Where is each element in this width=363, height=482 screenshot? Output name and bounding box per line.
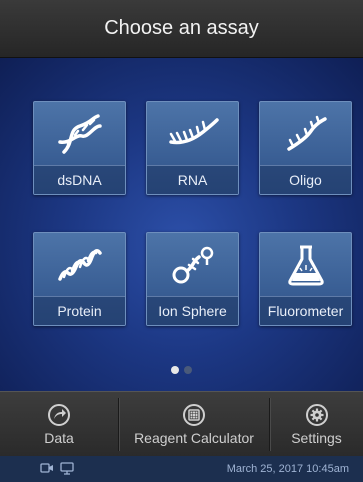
share-arrow-icon: [47, 403, 71, 427]
protein-coil-icon: [34, 233, 125, 297]
rna-strand-icon: [147, 102, 238, 166]
tile-label: Ion Sphere: [147, 296, 238, 325]
page-dot-active[interactable]: [171, 366, 179, 374]
reagent-calculator-label: Reagent Calculator: [134, 430, 254, 446]
tile-label: dsDNA: [34, 165, 125, 194]
tile-label: Oligo: [260, 165, 351, 194]
bottom-toolbar: Data Reagent Calculator Settings: [0, 391, 363, 457]
tile-dsdna[interactable]: dsDNA: [33, 101, 126, 195]
ion-sphere-icon: [147, 233, 238, 297]
assay-grid: dsDNA RNA Oligo Protein Ion Sphere Fluor…: [0, 58, 363, 391]
tile-oligo[interactable]: Oligo: [259, 101, 352, 195]
settings-button[interactable]: Settings: [270, 392, 363, 457]
tile-rna[interactable]: RNA: [146, 101, 239, 195]
tile-label: RNA: [147, 165, 238, 194]
tile-ion-sphere[interactable]: Ion Sphere: [146, 232, 239, 326]
flask-icon: [260, 233, 351, 297]
status-datetime: March 25, 2017 10:45am: [226, 463, 349, 475]
page-title: Choose an assay: [104, 17, 259, 39]
data-button-label: Data: [44, 430, 74, 446]
tile-label: Fluorometer: [260, 296, 351, 325]
gear-icon: [305, 403, 329, 427]
oligo-strand-icon: [260, 102, 351, 166]
tile-fluorometer[interactable]: Fluorometer: [259, 232, 352, 326]
calculator-icon: [182, 403, 206, 427]
data-button[interactable]: Data: [0, 392, 118, 457]
dna-helix-icon: [34, 102, 125, 166]
reagent-calculator-button[interactable]: Reagent Calculator: [119, 392, 269, 457]
page-indicator: [0, 366, 363, 374]
page-dot[interactable]: [184, 366, 192, 374]
status-bar: March 25, 2017 10:45am: [0, 456, 363, 482]
monitor-icon: [60, 462, 74, 478]
tile-protein[interactable]: Protein: [33, 232, 126, 326]
settings-button-label: Settings: [291, 430, 342, 446]
camera-icon: [40, 462, 54, 477]
tile-label: Protein: [34, 296, 125, 325]
screen-header: Choose an assay: [0, 0, 363, 58]
